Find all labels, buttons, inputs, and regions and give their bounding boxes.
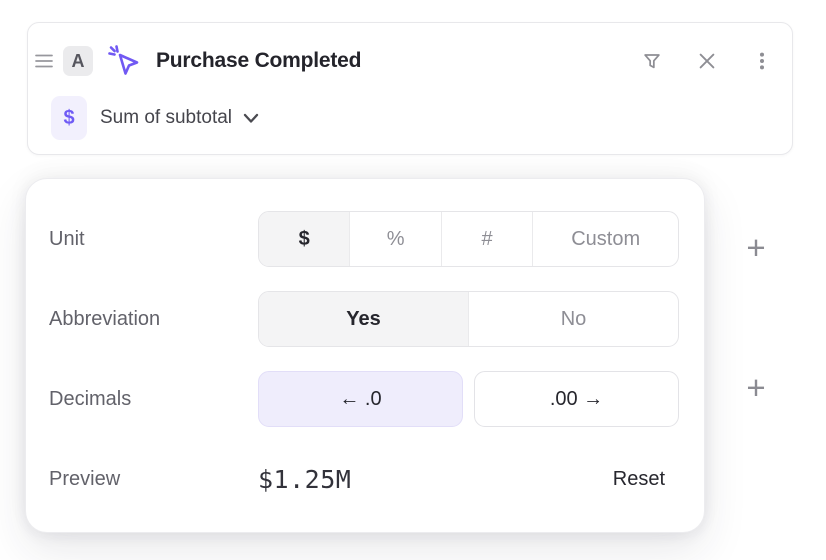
decimals-increase-button[interactable]: .00 → <box>474 371 679 427</box>
metric-dropdown-label: Sum of subtotal <box>100 107 232 129</box>
chevron-down-icon <box>243 113 259 124</box>
unit-option-number[interactable]: # <box>442 212 533 266</box>
abbreviation-label: Abbreviation <box>49 308 258 331</box>
abbreviation-option-yes[interactable]: Yes <box>259 292 469 346</box>
remove-event-button[interactable] <box>695 49 719 73</box>
click-event-icon <box>106 43 142 79</box>
kebab-menu-icon <box>751 50 773 72</box>
reset-button[interactable]: Reset <box>613 468 665 491</box>
abbreviation-segmented-control: Yes No <box>258 291 679 347</box>
event-title[interactable]: Purchase Completed <box>156 49 361 73</box>
metric-row: $ Sum of subtotal <box>51 96 259 140</box>
unit-row: Unit $ % # Custom <box>49 211 679 267</box>
event-letter-badge: A <box>63 46 93 76</box>
more-options-button[interactable] <box>750 49 774 73</box>
unit-option-dollar[interactable]: $ <box>259 212 350 266</box>
metric-format-screen: A Purchase Completed <box>0 0 826 560</box>
unit-option-percent[interactable]: % <box>350 212 441 266</box>
unit-label: Unit <box>49 228 258 251</box>
preview-label: Preview <box>49 468 258 491</box>
event-header-row: A Purchase Completed <box>33 45 774 77</box>
preview-area: $1.25M Reset <box>258 465 679 494</box>
dollar-icon: $ <box>63 107 74 129</box>
metric-dropdown[interactable]: Sum of subtotal <box>100 107 259 129</box>
number-format-popup: Unit $ % # Custom Abbreviation Yes No De… <box>25 178 705 533</box>
filter-button[interactable] <box>640 49 664 73</box>
add-item-button-bottom[interactable]: + <box>738 369 774 405</box>
filter-funnel-icon <box>641 50 663 72</box>
preview-value: $1.25M <box>258 465 351 494</box>
decimals-decrease-button[interactable]: ← .0 <box>258 371 463 427</box>
decimals-controls: ← .0 .00 → <box>258 371 679 427</box>
add-item-button-top[interactable]: + <box>738 229 774 265</box>
plus-icon: + <box>746 229 765 266</box>
unit-option-custom[interactable]: Custom <box>533 212 678 266</box>
decimals-label: Decimals <box>49 388 258 411</box>
decimals-row: Decimals ← .0 .00 → <box>49 371 679 427</box>
metric-type-badge[interactable]: $ <box>51 96 87 140</box>
drag-handle-icon <box>35 53 53 69</box>
event-card: A Purchase Completed <box>27 22 793 155</box>
abbreviation-row: Abbreviation Yes No <box>49 291 679 347</box>
preview-row: Preview $1.25M Reset <box>49 451 679 507</box>
close-x-icon <box>696 50 718 72</box>
event-actions <box>640 49 774 73</box>
abbreviation-option-no[interactable]: No <box>469 292 678 346</box>
drag-handle[interactable] <box>33 51 55 71</box>
plus-icon: + <box>746 369 765 406</box>
unit-segmented-control: $ % # Custom <box>258 211 679 267</box>
